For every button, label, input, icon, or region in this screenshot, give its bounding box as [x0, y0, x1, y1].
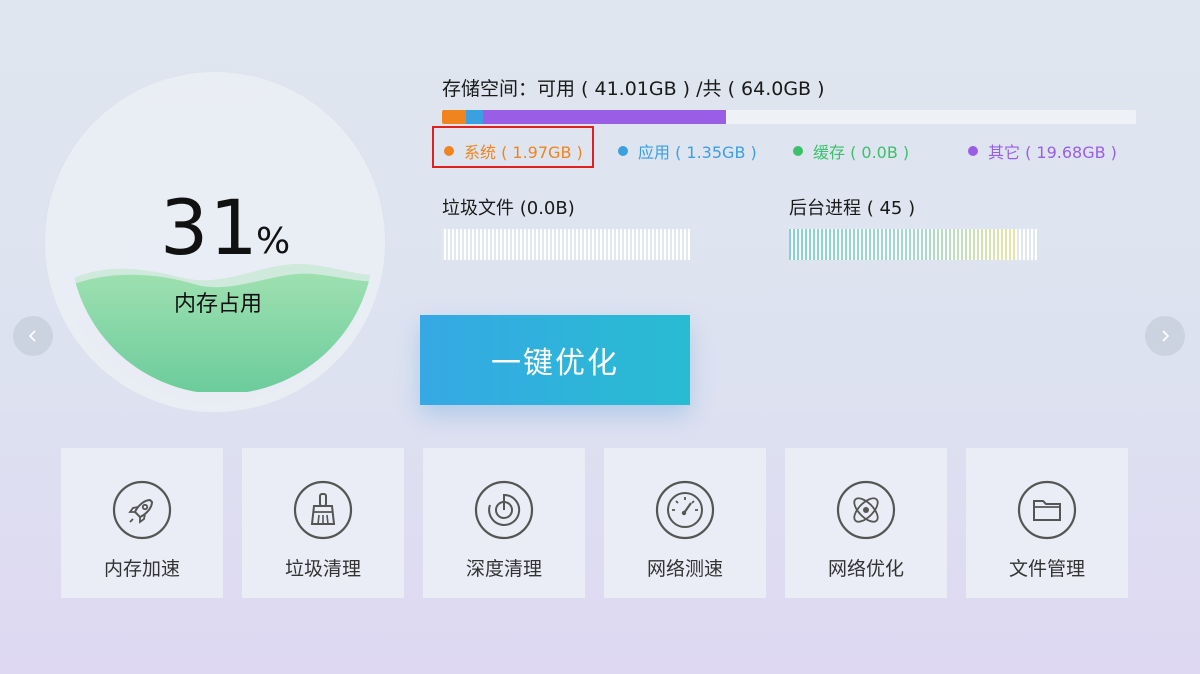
legend-cache-label: 缓存 ( 0.0B ): [813, 143, 910, 162]
broom-icon: [293, 480, 353, 540]
tool-label: 深度清理: [465, 558, 542, 580]
memory-label: 内存占用: [174, 292, 263, 317]
tool-network-optimize[interactable]: 网络优化: [785, 448, 947, 598]
legend-apps: 应用 ( 1.35GB ): [618, 139, 757, 163]
tool-deep-clean[interactable]: 深度清理: [423, 448, 585, 598]
chevron-right-icon: [1162, 330, 1170, 342]
speedometer-icon: [655, 480, 715, 540]
tool-label: 垃圾清理: [284, 558, 361, 580]
process-bar-fill: [789, 229, 1015, 260]
tool-label: 内存加速: [103, 558, 180, 580]
storage-segment: [466, 110, 484, 124]
legend-other-dot: [968, 146, 978, 156]
tool-junk-clean[interactable]: 垃圾清理: [242, 448, 404, 598]
tool-memory-boost[interactable]: 内存加速: [61, 448, 223, 598]
legend-system: 系统 ( 1.97GB ): [444, 139, 583, 163]
storage-segment: [442, 110, 467, 124]
legend-system-label: 系统 ( 1.97GB ): [464, 143, 583, 162]
storage-segment: [483, 110, 727, 124]
junk-title: 垃圾文件 (0.0B): [442, 198, 575, 219]
tool-speed-test[interactable]: 网络测速: [604, 448, 766, 598]
legend-cache: 缓存 ( 0.0B ): [793, 139, 909, 163]
legend-cache-dot: [793, 146, 803, 156]
legend-other: 其它 ( 19.68GB ): [968, 139, 1117, 163]
prev-button[interactable]: [13, 316, 53, 356]
legend-system-dot: [444, 146, 454, 156]
tool-label: 网络测速: [646, 558, 723, 580]
tool-file-manager[interactable]: 文件管理: [966, 448, 1128, 598]
tool-grid: 内存加速 垃圾清理 深度清理 网络测速 网络优化 文件管理: [61, 448, 1128, 598]
deep-clean-icon: [474, 480, 534, 540]
tool-label: 文件管理: [1008, 558, 1085, 580]
memory-percent-sign: %: [256, 221, 291, 262]
chevron-left-icon: [28, 330, 36, 342]
atom-icon: [836, 480, 896, 540]
next-button[interactable]: [1145, 316, 1185, 356]
optimize-button[interactable]: 一键优化: [420, 315, 690, 405]
legend-apps-dot: [618, 146, 628, 156]
legend-apps-label: 应用 ( 1.35GB ): [638, 143, 757, 162]
legend-other-label: 其它 ( 19.68GB ): [988, 143, 1117, 162]
junk-bar: [442, 229, 690, 260]
process-title: 后台进程 ( 45 ): [789, 198, 916, 219]
storage-title: 存储空间：可用 ( 41.01GB ) /共 ( 64.0GB ): [442, 78, 825, 100]
tool-label: 网络优化: [827, 558, 904, 580]
folder-icon: [1017, 480, 1077, 540]
memory-percent: 31: [160, 183, 259, 272]
storage-bar: [442, 110, 1136, 124]
rocket-icon: [112, 480, 172, 540]
